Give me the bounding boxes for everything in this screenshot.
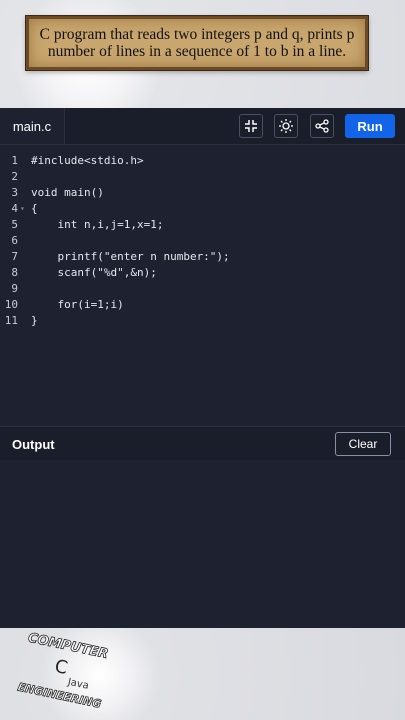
code-text-line-5: int n,i,j=1,x=1; <box>31 217 164 231</box>
line-number: 9 <box>11 281 18 295</box>
theme-toggle-button[interactable] <box>274 114 298 138</box>
clear-button[interactable]: Clear <box>335 432 391 456</box>
logo-text-c: C <box>53 656 70 679</box>
line-number: 6 <box>11 233 18 247</box>
video-title-text: C program that reads two integers p and … <box>40 26 355 60</box>
line-number: 5 <box>11 217 18 231</box>
code-line: 1 #include<stdio.h> <box>0 152 405 168</box>
code-text-line-4: { <box>31 201 38 215</box>
code-editor: main.c Run 1 #include<stdio.h> 2 3 void … <box>0 108 405 628</box>
line-number: 4 <box>11 201 18 215</box>
title-line-1: C program that reads two integers p and … <box>39 26 355 43</box>
video-title-card: C program that reads two integers p and … <box>26 16 368 70</box>
fullscreen-exit-button[interactable] <box>239 114 263 138</box>
code-text-line-10: for(i=1;i) <box>31 297 124 311</box>
fullscreen-exit-icon <box>245 120 257 132</box>
fold-marker-icon[interactable]: ▾ <box>20 204 25 213</box>
file-tab-main-c[interactable]: main.c <box>0 108 65 144</box>
code-text-line-1: #include<stdio.h> <box>31 153 144 167</box>
code-text-line-8: scanf("%d",&n); <box>31 265 157 279</box>
line-number: 8 <box>11 265 18 279</box>
code-area[interactable]: 1 #include<stdio.h> 2 3 void main() 4 ▾ … <box>0 144 405 426</box>
line-number: 1 <box>11 153 18 167</box>
code-text-line-11: } <box>31 313 38 327</box>
line-number: 10 <box>4 297 18 311</box>
code-text-line-7: printf("enter n number:"); <box>31 249 230 263</box>
computer-engineering-logo: COMPUTER C Java ENGINEERING <box>16 632 110 711</box>
code-line: 11 } <box>0 312 405 328</box>
code-text-line-3: void main() <box>31 185 104 199</box>
title-line-2: number of lines in a sequence of 1 to b … <box>47 43 347 60</box>
output-header: Output Clear <box>0 426 405 462</box>
share-button[interactable] <box>310 114 334 138</box>
line-number: 7 <box>11 249 18 263</box>
editor-toolbar: main.c Run <box>0 108 405 145</box>
code-line: 6 <box>0 232 405 248</box>
line-number: 3 <box>11 185 18 199</box>
output-title: Output <box>12 436 55 452</box>
output-console[interactable] <box>0 460 405 628</box>
code-line: 2 <box>0 168 405 184</box>
sun-icon <box>279 119 293 133</box>
logo-text-java: Java <box>66 677 90 692</box>
code-line: 10 for(i=1;i) <box>0 296 405 312</box>
code-line: 7 printf("enter n number:"); <box>0 248 405 264</box>
share-icon <box>315 119 329 133</box>
code-line: 5 int n,i,j=1,x=1; <box>0 216 405 232</box>
code-line: 3 void main() <box>0 184 405 200</box>
code-text: #include<stdio.h> <box>31 154 144 167</box>
line-number: 2 <box>11 169 18 183</box>
code-line: 8 scanf("%d",&n); <box>0 264 405 280</box>
code-line: 9 <box>0 280 405 296</box>
code-line: 4 ▾ { <box>0 200 405 216</box>
line-number: 11 <box>4 313 18 327</box>
run-button[interactable]: Run <box>345 114 395 138</box>
logo-text-engineering: ENGINEERING <box>17 680 103 710</box>
